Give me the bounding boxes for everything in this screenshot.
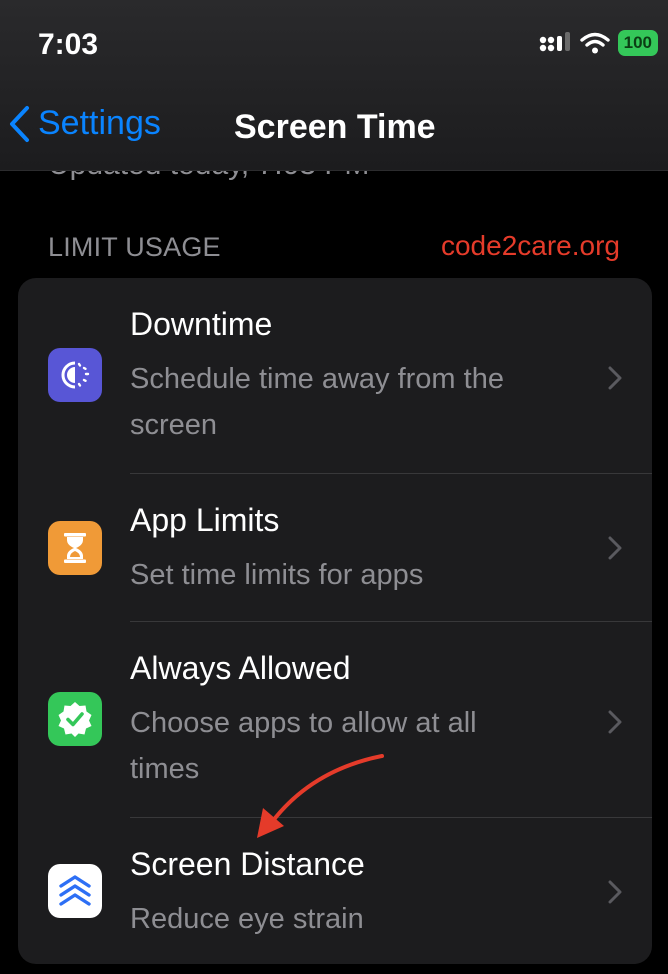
page-title: Screen Time: [234, 108, 436, 146]
list-item-screen-distance[interactable]: Screen Distance Reduce eye strain: [18, 818, 652, 964]
section-header: LIMIT USAGE: [48, 232, 221, 262]
item-subtitle: Schedule time away from the screen: [130, 363, 504, 441]
item-title: Downtime: [130, 306, 273, 342]
chevron-right-icon: [608, 536, 622, 560]
chevron-right-icon: [608, 710, 622, 734]
chevron-right-icon: [608, 880, 622, 904]
navigation-bar: 7:03 100 Settings Screen Time: [0, 0, 668, 171]
battery-indicator: 100: [617, 30, 658, 56]
item-subtitle: Set time limits for apps: [130, 559, 424, 591]
screen-distance-icon: [48, 864, 102, 918]
item-subtitle: Reduce eye strain: [130, 903, 364, 935]
list-item-downtime[interactable]: Downtime Schedule time away from the scr…: [18, 278, 652, 474]
status-time: 7:03: [38, 28, 99, 61]
list-item-app-limits[interactable]: App Limits Set time limits for apps: [18, 474, 652, 622]
item-subtitle: Choose apps to allow at all times: [130, 707, 477, 785]
limit-usage-list: Downtime Schedule time away from the scr…: [18, 278, 652, 964]
status-icons: 100: [538, 30, 658, 56]
cellular-signal-icon: [539, 32, 570, 52]
item-title: Screen Distance: [130, 846, 365, 882]
downtime-icon: [48, 348, 102, 402]
chevron-left-icon: [10, 105, 29, 142]
list-item-always-allowed[interactable]: Always Allowed Choose apps to allow at a…: [18, 622, 652, 818]
watermark: code2care.org: [440, 230, 620, 261]
item-title: Always Allowed: [130, 650, 351, 686]
checkmark-badge-icon: [48, 692, 102, 746]
hourglass-icon: [48, 521, 102, 575]
item-title: App Limits: [130, 502, 280, 538]
back-button-label: Settings: [38, 104, 161, 142]
chevron-right-icon: [608, 366, 622, 390]
back-button[interactable]: Settings: [8, 104, 161, 143]
wifi-icon: [579, 32, 610, 54]
